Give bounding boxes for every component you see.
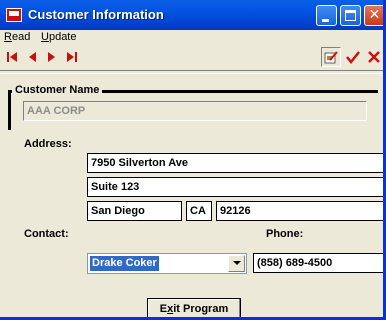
menu-read-label: ead	[11, 31, 31, 43]
address-line1-field[interactable]: 7950 Silverton Ave	[87, 153, 383, 173]
first-record-icon	[7, 52, 17, 62]
menu-update[interactable]: Update	[41, 31, 76, 43]
state-field[interactable]: CA	[186, 201, 212, 221]
app-icon	[6, 8, 22, 22]
toolbar	[0, 47, 383, 69]
close-button[interactable]: ✕	[364, 5, 383, 26]
exit-label-rest: it Program	[173, 303, 229, 315]
last-record-button[interactable]	[62, 47, 82, 67]
menu-update-accel: U	[41, 31, 49, 43]
contact-dropdown-button[interactable]	[228, 255, 245, 272]
next-record-icon	[48, 52, 55, 62]
maximize-button[interactable]	[340, 5, 361, 26]
last-record-icon	[67, 52, 77, 62]
menu-update-label: pdate	[48, 31, 77, 43]
zip-field[interactable]: 92126	[216, 201, 383, 221]
customer-name-field: AAA CORP	[23, 101, 367, 121]
phone-label: Phone:	[266, 228, 304, 240]
save-check-icon	[346, 51, 360, 64]
phone-field[interactable]: (858) 689-4500	[253, 253, 383, 273]
customer-information-window: Customer Information ✕ Read Update Custo…	[0, 0, 386, 320]
edit-button[interactable]	[321, 47, 341, 67]
menu-read[interactable]: Read	[4, 31, 30, 43]
contact-selected-value: Drake Coker	[90, 256, 159, 271]
customer-name-group-label: Customer Name	[12, 84, 103, 96]
next-record-button[interactable]	[42, 47, 62, 67]
edit-icon	[324, 51, 338, 64]
contact-select[interactable]: Drake Coker	[87, 253, 247, 274]
exit-program-button[interactable]: Exit Program	[147, 298, 241, 317]
menu-read-accel: R	[4, 31, 12, 43]
exit-label-prefix: E	[159, 303, 168, 315]
address-label: Address:	[24, 138, 72, 150]
save-button[interactable]	[343, 47, 363, 67]
window-title: Customer Information	[28, 7, 164, 22]
previous-record-button[interactable]	[22, 47, 42, 67]
first-record-button[interactable]	[2, 47, 22, 67]
minimize-button[interactable]	[316, 5, 337, 26]
address-line2-field[interactable]: Suite 123	[87, 177, 383, 197]
previous-record-icon	[29, 52, 36, 62]
cancel-x-icon	[368, 51, 380, 63]
toolbar-separator	[0, 70, 383, 74]
cancel-button[interactable]	[364, 47, 383, 67]
chevron-down-icon	[232, 261, 241, 265]
title-bar[interactable]: Customer Information ✕	[0, 0, 383, 30]
contact-label: Contact:	[24, 228, 69, 240]
menu-bar: Read Update	[0, 30, 383, 46]
city-field[interactable]: San Diego	[87, 201, 182, 221]
